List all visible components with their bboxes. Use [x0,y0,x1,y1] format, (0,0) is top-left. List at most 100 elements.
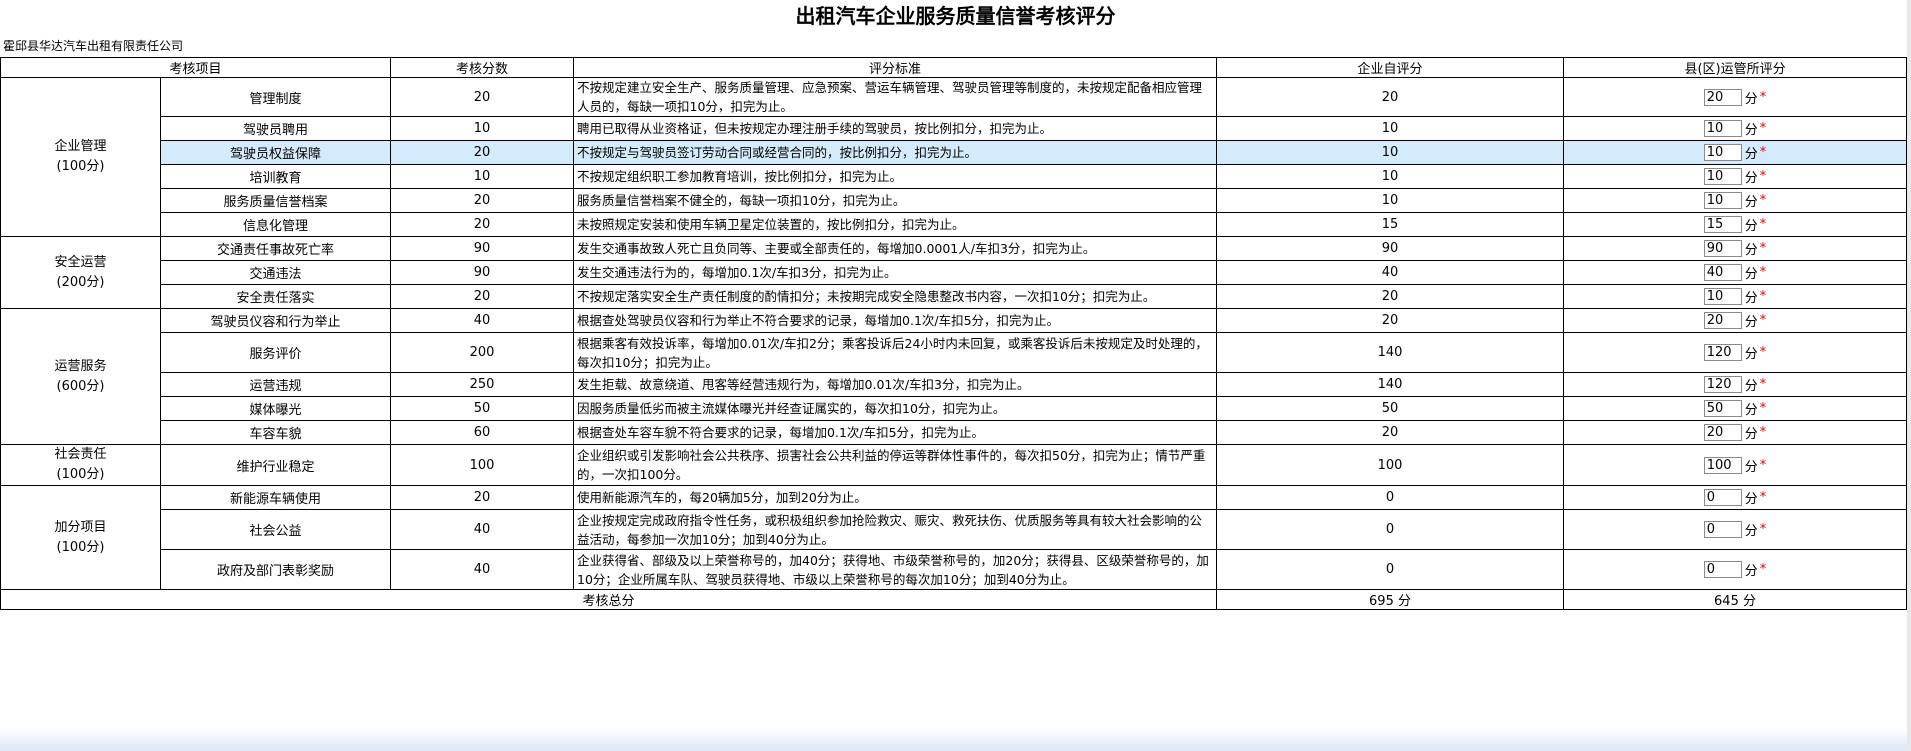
item-name: 服务评价 [159,332,392,373]
required-mark: * [1759,522,1767,537]
max-score: 50 [390,396,575,421]
county-score-input[interactable] [1703,240,1742,257]
county-score-input[interactable] [1703,120,1742,137]
item-name: 管理制度 [159,77,392,117]
criteria-text: 根据乘客有效投诉率，每增加0.01次/车扣2分；乘客投诉后24小时内未回复，或乘… [573,332,1218,373]
item-name: 安全责任落实 [159,284,392,309]
county-score-input[interactable] [1703,192,1742,209]
max-score: 100 [390,444,575,486]
max-score: 20 [390,188,575,213]
item-name: 信息化管理 [159,212,392,237]
county-score-input[interactable] [1703,561,1742,578]
table-row: 交通违法90发生交通违法行为的，每增加0.1次/车扣3分，扣完为止。40分* [1,260,1908,285]
header-criteria: 评分标准 [573,57,1218,78]
county-score-input[interactable] [1703,344,1742,361]
total-self-score: 695 分 [1216,589,1565,610]
unit-label: 分 [1744,243,1758,258]
self-score: 90 [1216,236,1565,261]
county-score-input[interactable] [1703,312,1742,329]
county-score-input[interactable] [1703,88,1742,106]
item-name: 驾驶员权益保障 [159,140,392,165]
criteria-text: 根据查处驾驶员仪容和行为举止不符合要求的记录，每增加0.1次/车扣5分，扣完为止… [573,308,1218,333]
required-mark: * [1759,562,1767,577]
max-score: 40 [390,509,575,550]
required-mark: * [1759,377,1767,392]
scrollbar-edge[interactable] [1907,0,1911,751]
item-name: 驾驶员仪容和行为举止 [159,308,392,333]
self-score: 140 [1216,372,1565,397]
table-row: 运营违规 250 发生拒载、故意绕道、甩客等经营违规行为，每增加0.01次/车扣3分… [1,372,1908,397]
unit-label: 分 [1744,219,1758,234]
item-name: 培训教育 [159,164,392,189]
self-score: 20 [1216,284,1565,309]
total-label: 考核总分 [0,589,1218,610]
category-cell: 运营服务 (600分) [0,308,161,445]
max-score: 60 [390,420,575,445]
county-score-input[interactable] [1703,376,1742,393]
self-score: 10 [1216,164,1565,189]
unit-label: 分 [1744,347,1758,362]
item-name: 车容车貌 [159,420,392,445]
required-mark: * [1759,425,1767,440]
county-score-input[interactable] [1703,264,1742,281]
score-table: 考核项目 考核分数 评分标准 企业自评分 县(区)运管所评分 企业管理 (100… [0,57,1908,610]
county-score-input[interactable] [1703,489,1742,506]
required-mark: * [1759,121,1767,136]
total-row: 考核总分 695 分 645 分 [0,589,1908,610]
score-body: 企业管理 (100分) 管理制度 20 不按规定建立安全生产、服务质量管理、应急预案、… [0,77,1908,610]
county-score-input[interactable] [1703,424,1742,441]
criteria-text: 聘用已取得从业资格证，但未按规定办理注册手续的驾驶员，按比例扣分，扣完为止。 [573,116,1218,141]
unit-label: 分 [1744,291,1758,306]
table-row: 社会责任 (100分) 维护行业稳定 100 企业组织或引发影响社会公共秩序、损害社会… [0,444,1908,486]
header-county-score: 县(区)运管所评分 [1563,57,1908,78]
header-max-score: 考核分数 [390,57,575,78]
table-row: 车容车貌 60 根据查处车容车貌不符合要求的记录，每增加0.1次/车扣5分，扣完为止… [1,420,1908,445]
county-score-cell: 分* [1563,485,1908,510]
criteria-text: 发生交通违法行为的，每增加0.1次/车扣3分，扣完为止。 [573,260,1218,285]
unit-label: 分 [1744,427,1758,442]
county-score-cell: 分* [1563,444,1908,486]
required-mark: * [1759,193,1767,208]
county-score-cell: 分* [1563,236,1908,261]
criteria-text: 发生拒载、故意绕道、甩客等经营违规行为，每增加0.01次/车扣3分，扣完为止。 [573,372,1218,397]
item-name: 服务质量信誉档案 [159,188,392,213]
unit-label: 分 [1744,267,1758,282]
county-score-input[interactable] [1703,168,1742,185]
max-score: 10 [390,164,575,189]
county-score-input[interactable] [1703,521,1742,538]
max-score: 250 [390,372,575,397]
item-name: 政府及部门表彰奖励 [159,549,392,590]
unit-label: 分 [1744,315,1758,330]
max-score: 200 [390,332,575,373]
category-cell: 企业管理 (100分) [0,77,161,237]
max-score: 20 [390,485,575,510]
county-score-input[interactable] [1703,216,1742,233]
unit-label: 分 [1744,147,1758,162]
criteria-text: 因服务质量低劣而被主流媒体曝光并经查证属实的，每次扣10分，扣完为止。 [573,396,1218,421]
unit-label: 分 [1744,459,1758,475]
table-row: 服务评价 200 根据乘客有效投诉率，每增加0.01次/车扣2分；乘客投诉后24小时… [1,332,1908,373]
self-score: 20 [1216,420,1565,445]
category-cell: 社会责任 (100分) [0,444,161,486]
county-score-cell: 分* [1563,420,1908,445]
unit-label: 分 [1744,403,1758,418]
county-score-input[interactable] [1703,400,1742,417]
category-label: 安全运营 (200分) [54,254,107,290]
total-county-score: 645 分 [1563,589,1908,610]
county-score-input[interactable] [1703,144,1742,161]
criteria-text: 企业获得省、部级及以上荣誉称号的，加40分；获得地、市级荣誉称号的，加20分；获… [573,549,1218,590]
unit-label: 分 [1744,195,1758,210]
county-score-cell: 分* [1563,164,1908,189]
county-score-input[interactable] [1703,288,1742,305]
county-score-input[interactable] [1703,456,1742,474]
required-mark: * [1759,457,1767,473]
criteria-text: 不按规定与驾驶员签订劳动合同或经营合同的，按比例扣分，扣完为止。 [573,140,1218,165]
required-mark: * [1759,265,1767,280]
header-category: 考核项目 [0,57,392,78]
table-row: 社会公益 40 企业按规定完成政府指令性任务，或积极组织参加抢险救灾、赈灾、救死扶伤… [1,509,1908,550]
county-score-cell: 分* [1563,284,1908,309]
unit-label: 分 [1744,524,1758,539]
header-row: 考核项目 考核分数 评分标准 企业自评分 县(区)运管所评分 [0,57,1908,78]
criteria-text: 根据查处车容车貌不符合要求的记录，每增加0.1次/车扣5分，扣完为止。 [573,420,1218,445]
table-row: 企业管理 (100分) 管理制度 20 不按规定建立安全生产、服务质量管理、应急预案、… [0,77,1908,237]
